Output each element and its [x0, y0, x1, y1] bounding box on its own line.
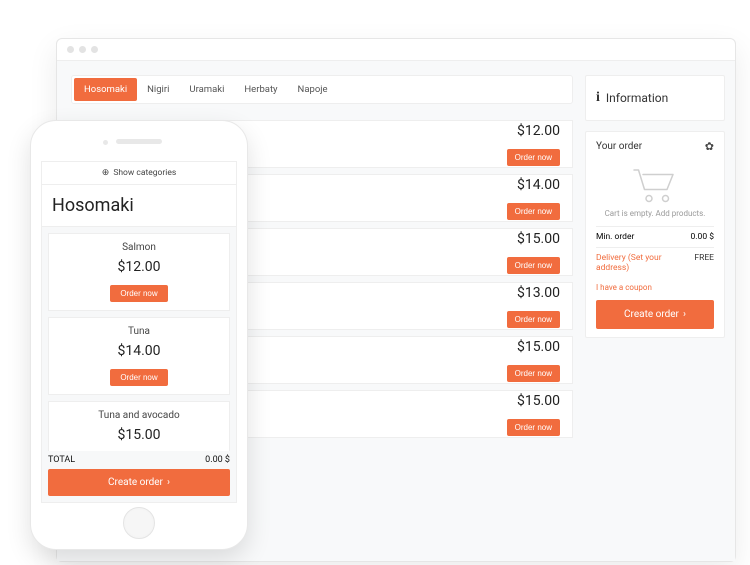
chevron-right-icon: ›	[167, 477, 170, 488]
delivery-label: Delivery (Set your address)	[596, 253, 694, 273]
phone-product-price: $12.00	[55, 259, 223, 275]
phone-create-order-button[interactable]: Create order ›	[48, 469, 230, 496]
chevron-right-icon: ›	[683, 309, 686, 320]
tab-nigiri[interactable]: Nigiri	[137, 78, 179, 101]
phone-create-order-label: Create order	[108, 477, 163, 488]
phone-total-value: 0.00 $	[205, 455, 230, 465]
delivery-line[interactable]: Delivery (Set your address) FREE	[596, 247, 714, 278]
order-now-button[interactable]: Order now	[507, 419, 560, 436]
product-price: $15.00	[517, 231, 560, 247]
show-categories-button[interactable]: ⊕ Show categories	[42, 162, 236, 185]
product-price: $13.00	[517, 285, 560, 301]
tab-herbaty[interactable]: Herbaty	[234, 78, 287, 101]
browser-titlebar	[57, 39, 735, 61]
information-header: i Information	[596, 84, 714, 112]
tab-uramaki[interactable]: Uramaki	[179, 78, 234, 101]
create-order-label: Create order	[624, 309, 679, 320]
phone-product-name: Tuna and avocado	[55, 410, 223, 421]
min-order-line: Min. order 0.00 $	[596, 226, 714, 247]
phone-product-name: Salmon	[55, 242, 223, 253]
product-price: $12.00	[517, 123, 560, 139]
create-order-button[interactable]: Create order ›	[596, 300, 714, 329]
phone-product-card: Tuna $14.00 Order now	[48, 317, 230, 395]
cart-empty-text: Cart is empty. Add products.	[596, 209, 714, 218]
product-price: $14.00	[517, 177, 560, 193]
information-label: Information	[606, 91, 668, 105]
delivery-value: FREE	[694, 253, 714, 273]
phone-camera-dot	[103, 140, 108, 145]
phone-total-label: TOTAL	[48, 455, 75, 465]
order-now-button[interactable]: Order now	[507, 203, 560, 220]
phone-product-price: $14.00	[55, 343, 223, 359]
phone-product-name: Tuna	[55, 326, 223, 337]
product-price: $15.00	[517, 393, 560, 409]
tab-hosomaki[interactable]: Hosomaki	[74, 78, 137, 101]
phone-total-row: TOTAL 0.00 $	[42, 451, 236, 469]
info-icon: i	[596, 90, 600, 106]
phone-screen: ⊕ Show categories Hosomaki Salmon $12.00…	[41, 161, 237, 503]
phone-product-card: Salmon $12.00 Order now	[48, 233, 230, 311]
phone-product-price: $15.00	[55, 427, 223, 443]
coupon-link[interactable]: I have a coupon	[596, 278, 714, 300]
sidebar: i Information Your order ✿ Cart is empty…	[585, 61, 735, 561]
order-now-button[interactable]: Order now	[110, 285, 167, 302]
order-now-button[interactable]: Order now	[507, 311, 560, 328]
information-panel: i Information	[585, 75, 725, 121]
phone-product-card: Tuna and avocado $15.00	[48, 401, 230, 451]
cart-icon	[596, 159, 714, 209]
min-order-value: 0.00 $	[691, 232, 714, 242]
window-dot	[67, 46, 74, 53]
phone-items: Salmon $12.00 Order now Tuna $14.00 Orde…	[42, 227, 236, 451]
order-now-button[interactable]: Order now	[507, 149, 560, 166]
order-now-button[interactable]: Order now	[507, 257, 560, 274]
order-now-button[interactable]: Order now	[110, 369, 167, 386]
phone-category-title: Hosomaki	[42, 185, 236, 227]
window-dot	[79, 46, 86, 53]
gear-icon[interactable]: ✿	[705, 140, 714, 153]
category-tabs: Hosomaki Nigiri Uramaki Herbaty Napoje	[71, 75, 573, 104]
your-order-panel: Your order ✿ Cart is empty. Add products…	[585, 131, 725, 338]
tab-napoje[interactable]: Napoje	[288, 78, 338, 101]
your-order-header: Your order ✿	[596, 140, 714, 153]
min-order-label: Min. order	[596, 232, 634, 242]
window-dot	[91, 46, 98, 53]
product-price: $15.00	[517, 339, 560, 355]
phone-mock: ⊕ Show categories Hosomaki Salmon $12.00…	[30, 120, 248, 550]
plus-circle-icon: ⊕	[102, 168, 110, 178]
show-categories-label: Show categories	[113, 168, 176, 178]
order-now-button[interactable]: Order now	[507, 365, 560, 382]
your-order-label: Your order	[596, 141, 642, 152]
